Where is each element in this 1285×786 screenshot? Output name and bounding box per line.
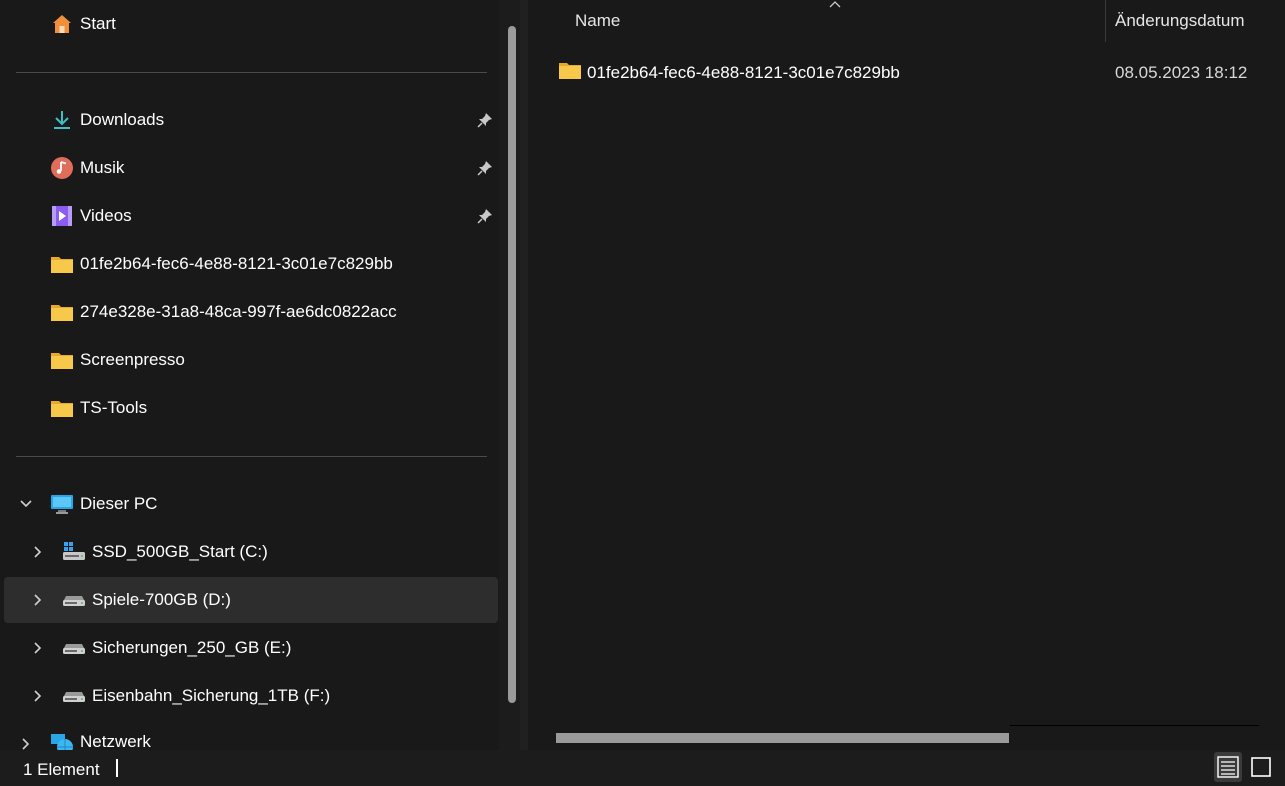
video-icon [50,204,74,228]
tiles-view-button[interactable] [1247,752,1275,782]
column-header-label: Name [575,11,621,30]
chevron-right-icon[interactable] [30,640,46,656]
status-bar [0,750,1285,786]
nav-item-label: Downloads [80,110,165,129]
nav-item-drive-c[interactable]: SSD_500GB_Start (C:) [62,529,268,575]
nav-item-network[interactable]: Netzwerk [50,721,151,750]
folder-icon [50,300,74,324]
column-header-modified[interactable]: Änderungsdatum [1115,0,1244,42]
folder-icon [50,396,74,420]
nav-item-label: Netzwerk [80,732,151,750]
horizontal-scrollbar-thumb[interactable] [556,733,1009,743]
sort-ascending-icon [829,1,841,8]
tiles-view-icon [1251,757,1271,777]
details-view-icon [1217,756,1239,778]
divider-line [1010,725,1259,726]
nav-item-label: Eisenbahn_Sicherung_1TB (F:) [92,686,331,705]
pin-icon[interactable] [476,111,494,129]
nav-item-videos[interactable]: Videos [50,193,132,239]
chevron-right-icon[interactable] [30,688,46,704]
text-cursor [116,759,118,777]
drive-icon [62,636,86,660]
nav-item-this-pc[interactable]: Dieser PC [50,481,157,527]
pin-icon[interactable] [476,207,494,225]
nav-item-label: Screenpresso [80,350,185,369]
file-modified: 08.05.2023 18:12 [1115,63,1248,82]
pin-icon[interactable] [476,159,494,177]
nav-item-label: Dieser PC [80,494,158,513]
folder-icon [50,348,74,372]
nav-item-ts-tools[interactable]: TS-Tools [50,385,147,431]
nav-item-label: Musik [80,158,125,177]
nav-item-label: Videos [80,206,132,225]
column-header-name[interactable]: Name [575,0,620,42]
nav-item-label: Spiele-700GB (D:) [92,590,231,609]
details-view-button[interactable] [1214,752,1242,782]
nav-separator [16,72,487,73]
system-drive-icon [62,540,86,564]
home-icon [50,12,74,36]
file-list-pane [528,0,1285,750]
drive-icon [62,684,86,708]
drive-icon [62,588,86,612]
chevron-down-icon[interactable] [18,496,34,512]
download-icon [50,108,74,132]
nav-item-label: SSD_500GB_Start (C:) [92,542,268,561]
folder-icon [558,60,582,85]
nav-item-label: 274e328e-31a8-48ca-997f-ae6dc0822acc [80,302,397,321]
nav-item-label: TS-Tools [80,398,148,417]
music-icon [50,156,74,180]
network-icon [50,732,74,750]
item-count: 1 Element [23,760,100,779]
nav-item-label: 01fe2b64-fec6-4e88-8121-3c01e7c829bb [80,254,393,273]
file-row[interactable]: 01fe2b64-fec6-4e88-8121-3c01e7c829bb 08.… [556,54,1285,90]
folder-icon [50,252,74,276]
nav-item-music[interactable]: Musik [50,145,124,191]
column-header-label: Änderungsdatum [1115,11,1245,30]
computer-icon [50,492,74,516]
nav-item-folder[interactable]: 274e328e-31a8-48ca-997f-ae6dc0822acc [50,289,397,335]
nav-item-drive-f[interactable]: Eisenbahn_Sicherung_1TB (F:) [62,673,330,719]
nav-item-drive-e[interactable]: Sicherungen_250_GB (E:) [62,625,291,671]
nav-item-folder[interactable]: 01fe2b64-fec6-4e88-8121-3c01e7c829bb [50,241,393,287]
nav-item-drive-d[interactable]: Spiele-700GB (D:) [62,577,231,623]
pane-splitter[interactable] [520,0,528,750]
file-name: 01fe2b64-fec6-4e88-8121-3c01e7c829bb [587,63,900,82]
column-divider[interactable] [1105,0,1106,42]
nav-item-start[interactable]: Start [50,1,116,47]
nav-item-label: Sicherungen_250_GB (E:) [92,638,292,657]
nav-item-downloads[interactable]: Downloads [50,97,164,143]
chevron-right-icon[interactable] [30,592,46,608]
nav-item-label: Start [80,14,116,33]
nav-item-screenpresso[interactable]: Screenpresso [50,337,185,383]
nav-separator [16,456,487,457]
chevron-right-icon[interactable] [30,544,46,560]
nav-scrollbar-thumb[interactable] [508,26,516,703]
